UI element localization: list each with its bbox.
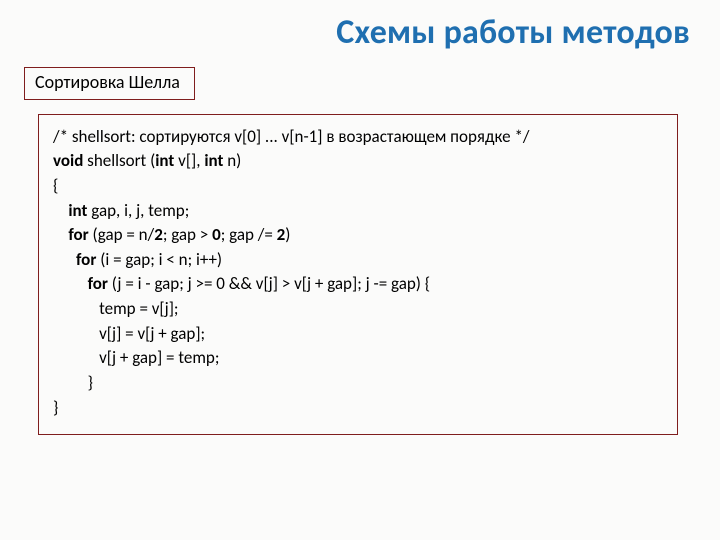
section-label: Сортировка Шелла [35,71,180,93]
code-line: int gap, i, j, temp; [53,199,663,224]
code-line: for (j = i - gap; j >= 0 && v[j] > v[j +… [53,272,663,297]
code-line: temp = v[j]; [53,297,663,322]
code-box: /* shellsort: сортируются v[0] ... v[n-1… [38,114,678,436]
code-line: v[j + gap] = temp; [53,346,663,371]
code-line: for (i = gap; i < n; i++) [53,248,663,273]
code-line: { [53,174,663,199]
slide-title: Схемы работы методов [24,12,690,53]
code-line: /* shellsort: сортируются v[0] ... v[n-1… [53,125,663,150]
slide: Схемы работы методов Сортировка Шелла /*… [0,0,720,540]
section-label-box: Сортировка Шелла [24,67,195,100]
code-line: } [53,396,663,421]
code-line: for (gap = n/2; gap > 0; gap /= 2) [53,223,663,248]
code-line: } [53,371,663,396]
code-line: v[j] = v[j + gap]; [53,322,663,347]
code-line: void shellsort (int v[], int n) [53,149,663,174]
